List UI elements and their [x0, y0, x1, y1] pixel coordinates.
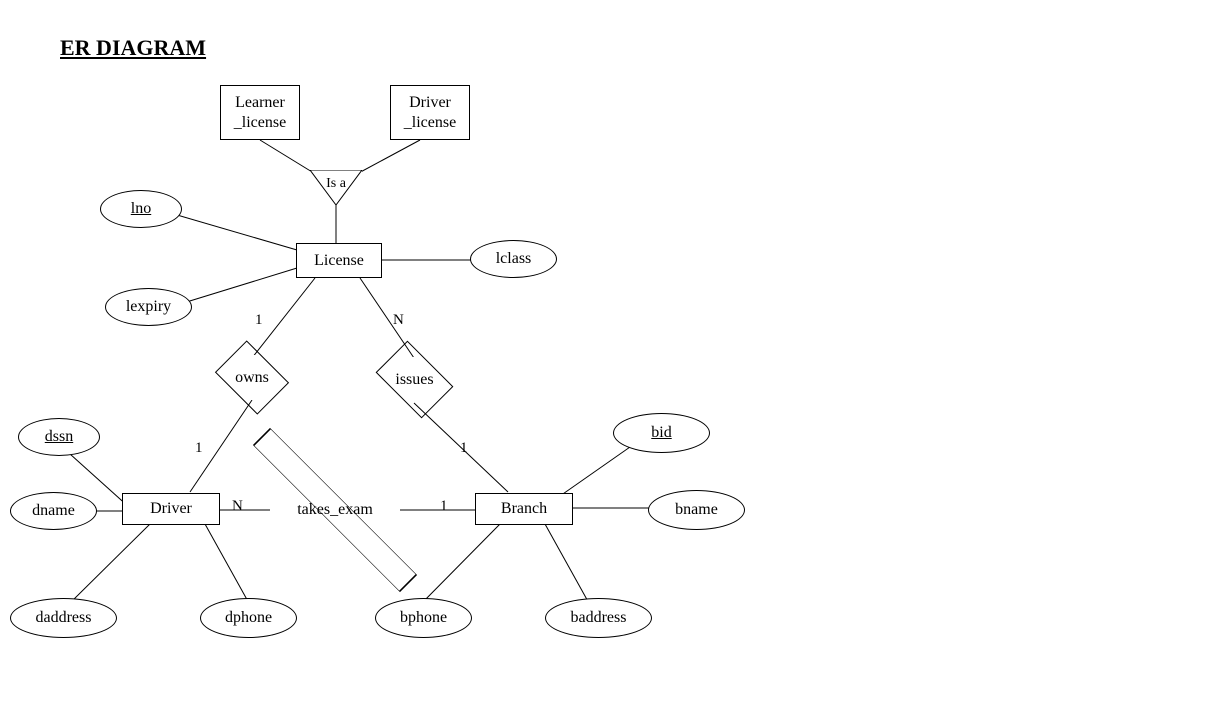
entity-license: License: [296, 243, 382, 278]
attr-dphone: dphone: [200, 598, 297, 638]
card-issues-top: N: [393, 312, 404, 329]
attr-baddress: baddress: [545, 598, 652, 638]
card-owns-bottom: 1: [195, 440, 203, 457]
card-takes-left: N: [232, 498, 243, 515]
isa-label: Is a: [326, 176, 346, 192]
rel-takes-exam-label: takes_exam: [297, 501, 373, 519]
attr-dname: dname: [10, 492, 97, 530]
card-issues-bottom: 1: [460, 440, 468, 457]
attr-lno: lno: [100, 190, 182, 228]
entity-branch: Branch: [475, 493, 573, 525]
entity-learner-license: Learner _license: [220, 85, 300, 140]
rel-issues: issues: [382, 357, 447, 402]
page-title: ER DIAGRAM: [60, 35, 206, 61]
attr-dssn: dssn: [18, 418, 100, 456]
entity-driver: Driver: [122, 493, 220, 525]
card-owns-top: 1: [255, 312, 263, 329]
rel-owns-label: owns: [235, 369, 269, 387]
rel-issues-label: issues: [395, 371, 433, 389]
entity-driver-license: Driver _license: [390, 85, 470, 140]
attr-lexpiry: lexpiry: [105, 288, 192, 326]
isa-triangle: Is a: [310, 170, 362, 205]
attr-daddress: daddress: [10, 598, 117, 638]
rel-takes-exam: takes_exam: [270, 488, 400, 532]
attr-lclass: lclass: [470, 240, 557, 278]
attr-bname: bname: [648, 490, 745, 530]
attr-bid: bid: [613, 413, 710, 453]
rel-owns: owns: [222, 355, 282, 400]
attr-bphone: bphone: [375, 598, 472, 638]
card-takes-right: 1: [440, 498, 448, 515]
